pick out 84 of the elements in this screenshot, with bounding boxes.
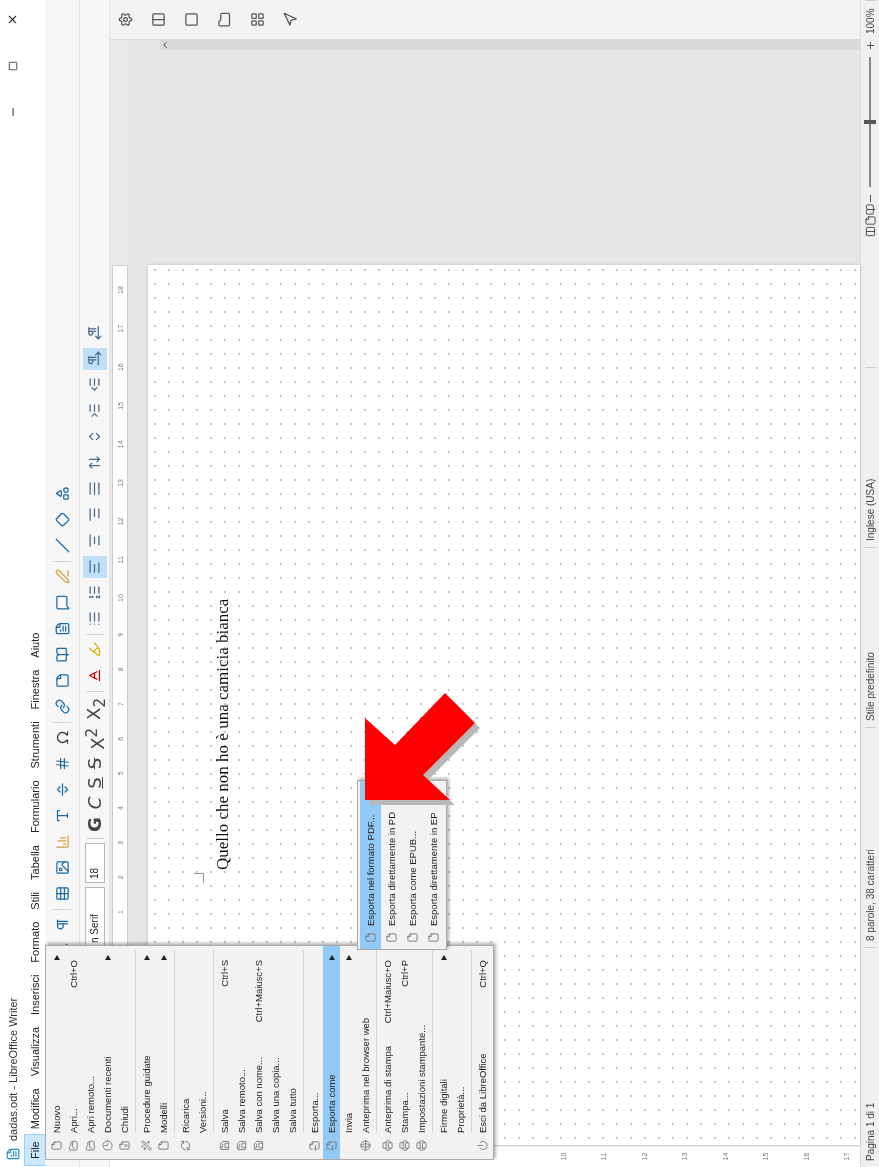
menu-item[interactable]: Salva una copia...	[267, 946, 284, 1159]
scrollbar[interactable]	[160, 40, 860, 50]
menu-item[interactable]: Esporta come	[323, 946, 340, 1159]
format-button[interactable]: G	[82, 815, 107, 834]
menu-item[interactable]: Ricarica	[177, 946, 194, 1159]
document-icon	[365, 932, 376, 943]
menu-item[interactable]: Esci da LibreOffice Ctrl+Q	[474, 946, 491, 1159]
align-right-icon	[87, 507, 102, 523]
page-count: Pagina 1 di 1	[864, 947, 876, 1167]
menu-item[interactable]: Apri... Ctrl+O	[65, 946, 82, 1159]
font-color-icon[interactable]	[87, 668, 102, 684]
format-button[interactable]: C	[82, 794, 107, 812]
margin-corner-mark	[194, 873, 204, 883]
left-to-right-icon	[87, 351, 102, 367]
indent-decrease-icon	[87, 377, 102, 393]
menu-title[interactable]: Tabella	[25, 839, 45, 886]
scroll-up-icon[interactable]	[160, 40, 170, 50]
font-size-field[interactable]: 18	[84, 843, 105, 883]
right-to-left-icon	[87, 325, 102, 341]
menu-title[interactable]: Inserisci	[25, 968, 45, 1021]
line-spacing-icon	[87, 455, 102, 471]
align-left-icon	[87, 559, 102, 575]
submenu-item[interactable]: Esporta direttamente in EP	[423, 781, 444, 949]
diamond-icon[interactable]	[54, 512, 70, 528]
numbered-list-icon	[87, 585, 102, 601]
window-title: dadas.odt - LibreOffice Writer	[6, 996, 19, 1141]
menu-item[interactable]: Impostazioni stampante...	[413, 946, 430, 1159]
menu-item[interactable]: Anteprima nel browser web	[357, 946, 374, 1159]
left-to-right-button[interactable]	[82, 348, 107, 370]
menu-item[interactable]: Proprietà...	[452, 946, 469, 1159]
menu-item[interactable]: Firme digitali	[435, 946, 452, 1159]
align-justify-icon	[87, 481, 102, 497]
menu-item[interactable]: Nuovo	[48, 946, 65, 1159]
image-icon[interactable]	[54, 860, 70, 876]
menu-title[interactable]: File	[25, 1135, 45, 1165]
menu-item[interactable]: Chiudi	[116, 946, 133, 1159]
menu-item[interactable]: Salva Ctrl+S	[216, 946, 233, 1159]
menu-item[interactable]: Procedure guidate	[138, 946, 155, 1159]
menu-item[interactable]: Stampa... Ctrl+P	[396, 946, 413, 1159]
submenu-item[interactable]: Esporta nel formato PDF...	[360, 781, 381, 949]
menu-item[interactable]: Documenti recenti	[99, 946, 116, 1159]
link-icon[interactable]	[54, 699, 70, 715]
bullet-list-icon	[87, 611, 102, 627]
language: Inglese (USA)	[864, 367, 876, 547]
format-button[interactable]: S	[82, 775, 107, 791]
zoom-reading: 100%	[864, 0, 876, 40]
format-button[interactable]: S	[82, 755, 107, 772]
indent-increase-icon	[87, 403, 102, 419]
menu-title[interactable]: Finestra	[25, 663, 45, 716]
menu-item[interactable]: Invia	[340, 946, 357, 1159]
menu-item[interactable]: Versioni...	[194, 946, 211, 1159]
settings-icon[interactable]	[118, 12, 133, 27]
line-icon[interactable]	[54, 538, 70, 554]
menu-item[interactable]: Anteprima di stampa Ctrl+Maiusc+O	[379, 946, 396, 1159]
table-icon[interactable]	[54, 886, 70, 902]
menu-item[interactable]: Modelli	[155, 946, 172, 1159]
menu-item[interactable]: Salva con nome... Ctrl+Maiusc+S	[250, 946, 267, 1159]
page-icon[interactable]	[184, 12, 199, 27]
menu-title[interactable]: Formato	[25, 915, 45, 969]
menu-title[interactable]: Stili	[25, 885, 45, 916]
menu-title[interactable]: Visualizza	[25, 1020, 45, 1083]
writer-logo-icon	[5, 1147, 20, 1161]
menu-item[interactable]: Salva remoto...	[233, 946, 250, 1159]
align-center-icon	[87, 533, 102, 549]
zoom-in-icon[interactable]	[864, 40, 876, 51]
align-left-button[interactable]	[82, 556, 107, 578]
font-name-field[interactable]: n Serif	[84, 887, 105, 947]
document-text: Quello che non ho è una camicia bianca	[213, 597, 233, 870]
document-icon	[428, 932, 439, 943]
menu-title[interactable]: Strumenti	[25, 715, 45, 775]
menu-title[interactable]: Aiuto	[25, 626, 45, 664]
columns-icon[interactable]	[151, 12, 166, 27]
menu-title[interactable]: Formulario	[25, 774, 45, 840]
document-icon	[386, 932, 397, 943]
menu-item[interactable]: Apri remoto...	[82, 946, 99, 1159]
menu-title[interactable]: Modifica	[25, 1082, 45, 1136]
field-icon[interactable]	[54, 756, 70, 772]
word-count: 8 parole, 38 caratteri	[864, 727, 876, 947]
zoom-thumb[interactable]	[864, 120, 876, 124]
document-icon	[407, 932, 418, 943]
page-style: Stile predefinito	[864, 547, 876, 727]
menu-item[interactable]: Salva tutto	[284, 946, 301, 1159]
shapes-icon[interactable]	[54, 486, 70, 502]
menu-item[interactable]: Esporta...	[306, 946, 323, 1159]
